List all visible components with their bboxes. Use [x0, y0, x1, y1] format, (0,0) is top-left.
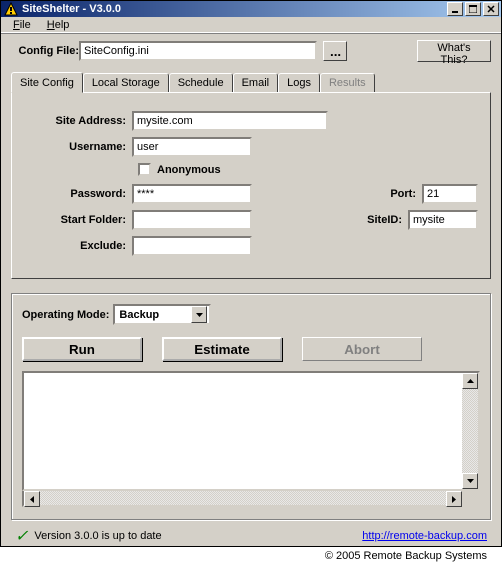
tabs-container: Site Config Local Storage Schedule Email… — [11, 72, 491, 279]
maximize-button[interactable] — [465, 2, 481, 16]
port-input[interactable] — [422, 184, 478, 204]
horizontal-scrollbar[interactable] — [22, 491, 464, 507]
log-textarea[interactable] — [22, 371, 480, 491]
copyright-text: © 2005 Remote Backup Systems — [11, 550, 487, 562]
password-input[interactable] — [132, 184, 252, 204]
check-icon: ✓ — [15, 526, 28, 546]
run-button[interactable]: Run — [22, 337, 142, 361]
abort-button: Abort — [302, 337, 422, 361]
exclude-input[interactable] — [132, 236, 252, 256]
operating-mode-label: Operating Mode: — [22, 309, 109, 321]
menu-help[interactable]: Help — [39, 17, 78, 33]
menu-file[interactable]: File — [5, 17, 39, 33]
site-address-label: Site Address: — [24, 115, 132, 127]
window-controls — [445, 2, 499, 16]
menu-file-rest: ile — [20, 19, 31, 31]
port-label: Port: — [372, 188, 422, 200]
username-input[interactable] — [132, 137, 252, 157]
operating-mode-select[interactable]: Backup — [113, 304, 211, 325]
whats-this-button[interactable]: What's This? — [417, 40, 491, 62]
config-file-label: Config File: — [11, 45, 79, 57]
scroll-left-icon[interactable] — [24, 491, 40, 507]
estimate-button[interactable]: Estimate — [162, 337, 282, 361]
scroll-up-icon[interactable] — [462, 373, 478, 389]
site-address-input[interactable] — [132, 111, 328, 131]
operating-mode-group: Operating Mode: Backup Run Estimate Abor… — [11, 293, 491, 520]
start-folder-input[interactable] — [132, 210, 252, 230]
tab-strip: Site Config Local Storage Schedule Email… — [11, 72, 491, 92]
operating-mode-value: Backup — [119, 309, 159, 321]
tab-results[interactable]: Results — [320, 73, 375, 92]
tab-site-config[interactable]: Site Config — [11, 72, 83, 93]
username-label: Username: — [24, 141, 132, 153]
scroll-down-icon[interactable] — [462, 473, 478, 489]
vertical-scrollbar[interactable] — [462, 373, 478, 489]
password-label: Password: — [24, 188, 132, 200]
menu-help-rest: elp — [55, 19, 70, 31]
browse-button[interactable]: ... — [323, 41, 347, 61]
exclude-label: Exclude: — [24, 240, 132, 252]
menubar: File Help — [1, 17, 501, 34]
siteid-input[interactable] — [408, 210, 478, 230]
chevron-down-icon — [191, 306, 207, 323]
content-area: Config File: ... What's This? Site Confi… — [1, 34, 501, 566]
titlebar: SiteShelter - V3.0.0 — [1, 1, 501, 17]
window-title: SiteShelter - V3.0.0 — [22, 3, 445, 15]
tab-local-storage[interactable]: Local Storage — [83, 73, 169, 92]
tab-email[interactable]: Email — [233, 73, 279, 92]
anonymous-checkbox[interactable] — [138, 163, 151, 176]
status-bar: ✓ Version 3.0.0 is up to date http://rem… — [11, 520, 491, 548]
config-file-row: Config File: ... What's This? — [11, 40, 491, 62]
tab-schedule[interactable]: Schedule — [169, 73, 233, 92]
website-link[interactable]: http://remote-backup.com — [362, 530, 487, 542]
close-button[interactable] — [483, 2, 499, 16]
tab-logs[interactable]: Logs — [278, 73, 320, 92]
scroll-right-icon[interactable] — [446, 491, 462, 507]
siteid-label: SiteID: — [358, 214, 408, 226]
anonymous-label: Anonymous — [157, 164, 221, 176]
app-window: SiteShelter - V3.0.0 File Help Config Fi… — [0, 0, 502, 547]
tab-panel-site-config: Site Address: Username: Anonymous Passwo… — [11, 92, 491, 279]
config-file-input[interactable] — [79, 41, 317, 61]
minimize-button[interactable] — [447, 2, 463, 16]
app-icon — [3, 1, 19, 17]
start-folder-label: Start Folder: — [24, 214, 132, 226]
version-status-text: Version 3.0.0 is up to date — [34, 530, 161, 542]
